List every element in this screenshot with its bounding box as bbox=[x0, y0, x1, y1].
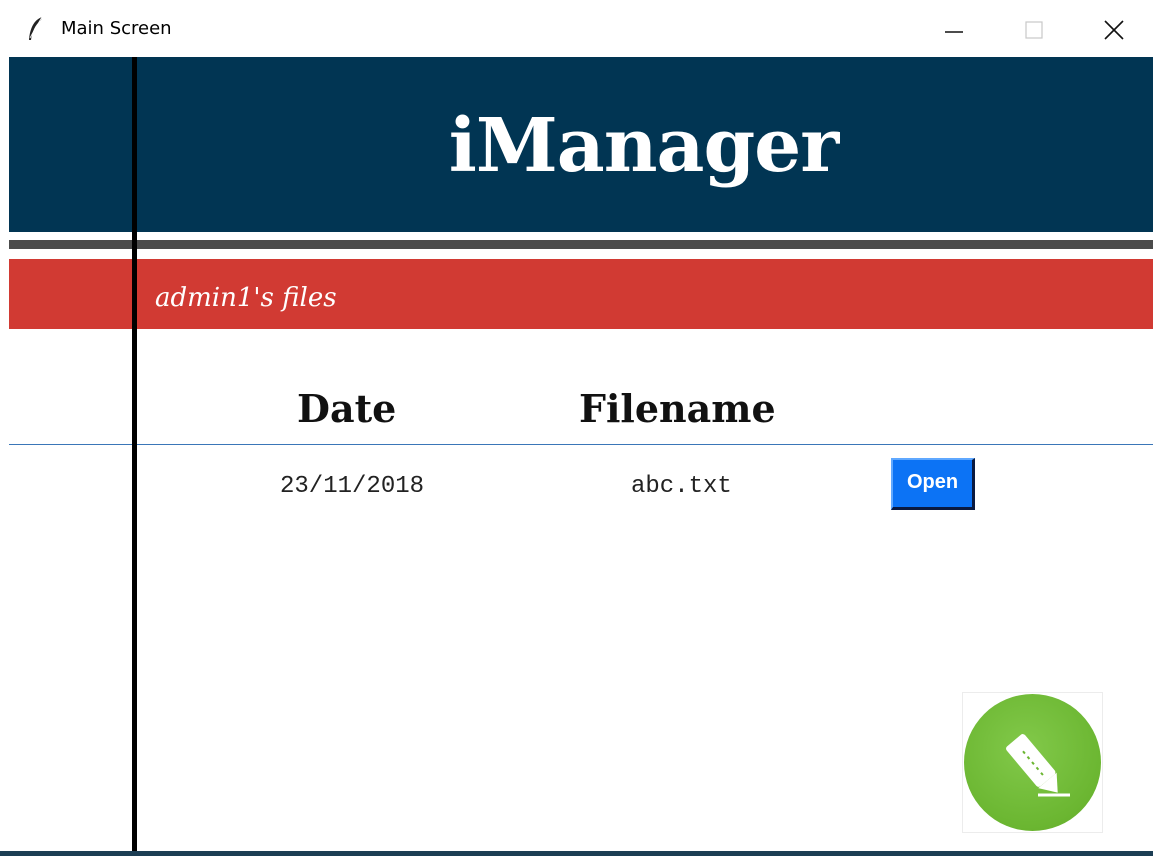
background-window-strip bbox=[0, 851, 1153, 856]
column-header-date: Date bbox=[297, 386, 397, 431]
minimize-icon bbox=[945, 31, 963, 33]
file-date-cell: 23/11/2018 bbox=[280, 473, 425, 500]
header-separator-stripe bbox=[9, 240, 1153, 249]
maximize-button[interactable] bbox=[1012, 8, 1056, 52]
app-title: iManager bbox=[448, 103, 840, 189]
edit-button[interactable] bbox=[964, 694, 1101, 831]
header-separator-gap-lower bbox=[9, 249, 1153, 259]
feather-icon bbox=[26, 16, 46, 42]
header-separator-gap bbox=[9, 232, 1153, 240]
window-title: Main Screen bbox=[61, 18, 172, 39]
file-name-cell: abc.txt bbox=[631, 473, 732, 500]
table-divider bbox=[9, 444, 1153, 445]
minimize-button[interactable] bbox=[931, 8, 975, 52]
close-button[interactable] bbox=[1092, 8, 1136, 52]
left-divider-line bbox=[132, 57, 137, 856]
open-file-button[interactable]: Open bbox=[891, 458, 975, 510]
section-title: admin1's files bbox=[155, 283, 337, 313]
window-titlebar: Main Screen bbox=[0, 0, 1153, 57]
close-icon bbox=[1104, 20, 1124, 40]
app-content: iManager admin1's files Date Filename 23… bbox=[9, 57, 1153, 856]
column-header-filename: Filename bbox=[579, 386, 776, 431]
maximize-icon bbox=[1025, 21, 1043, 39]
pencil-icon bbox=[1006, 734, 1070, 797]
